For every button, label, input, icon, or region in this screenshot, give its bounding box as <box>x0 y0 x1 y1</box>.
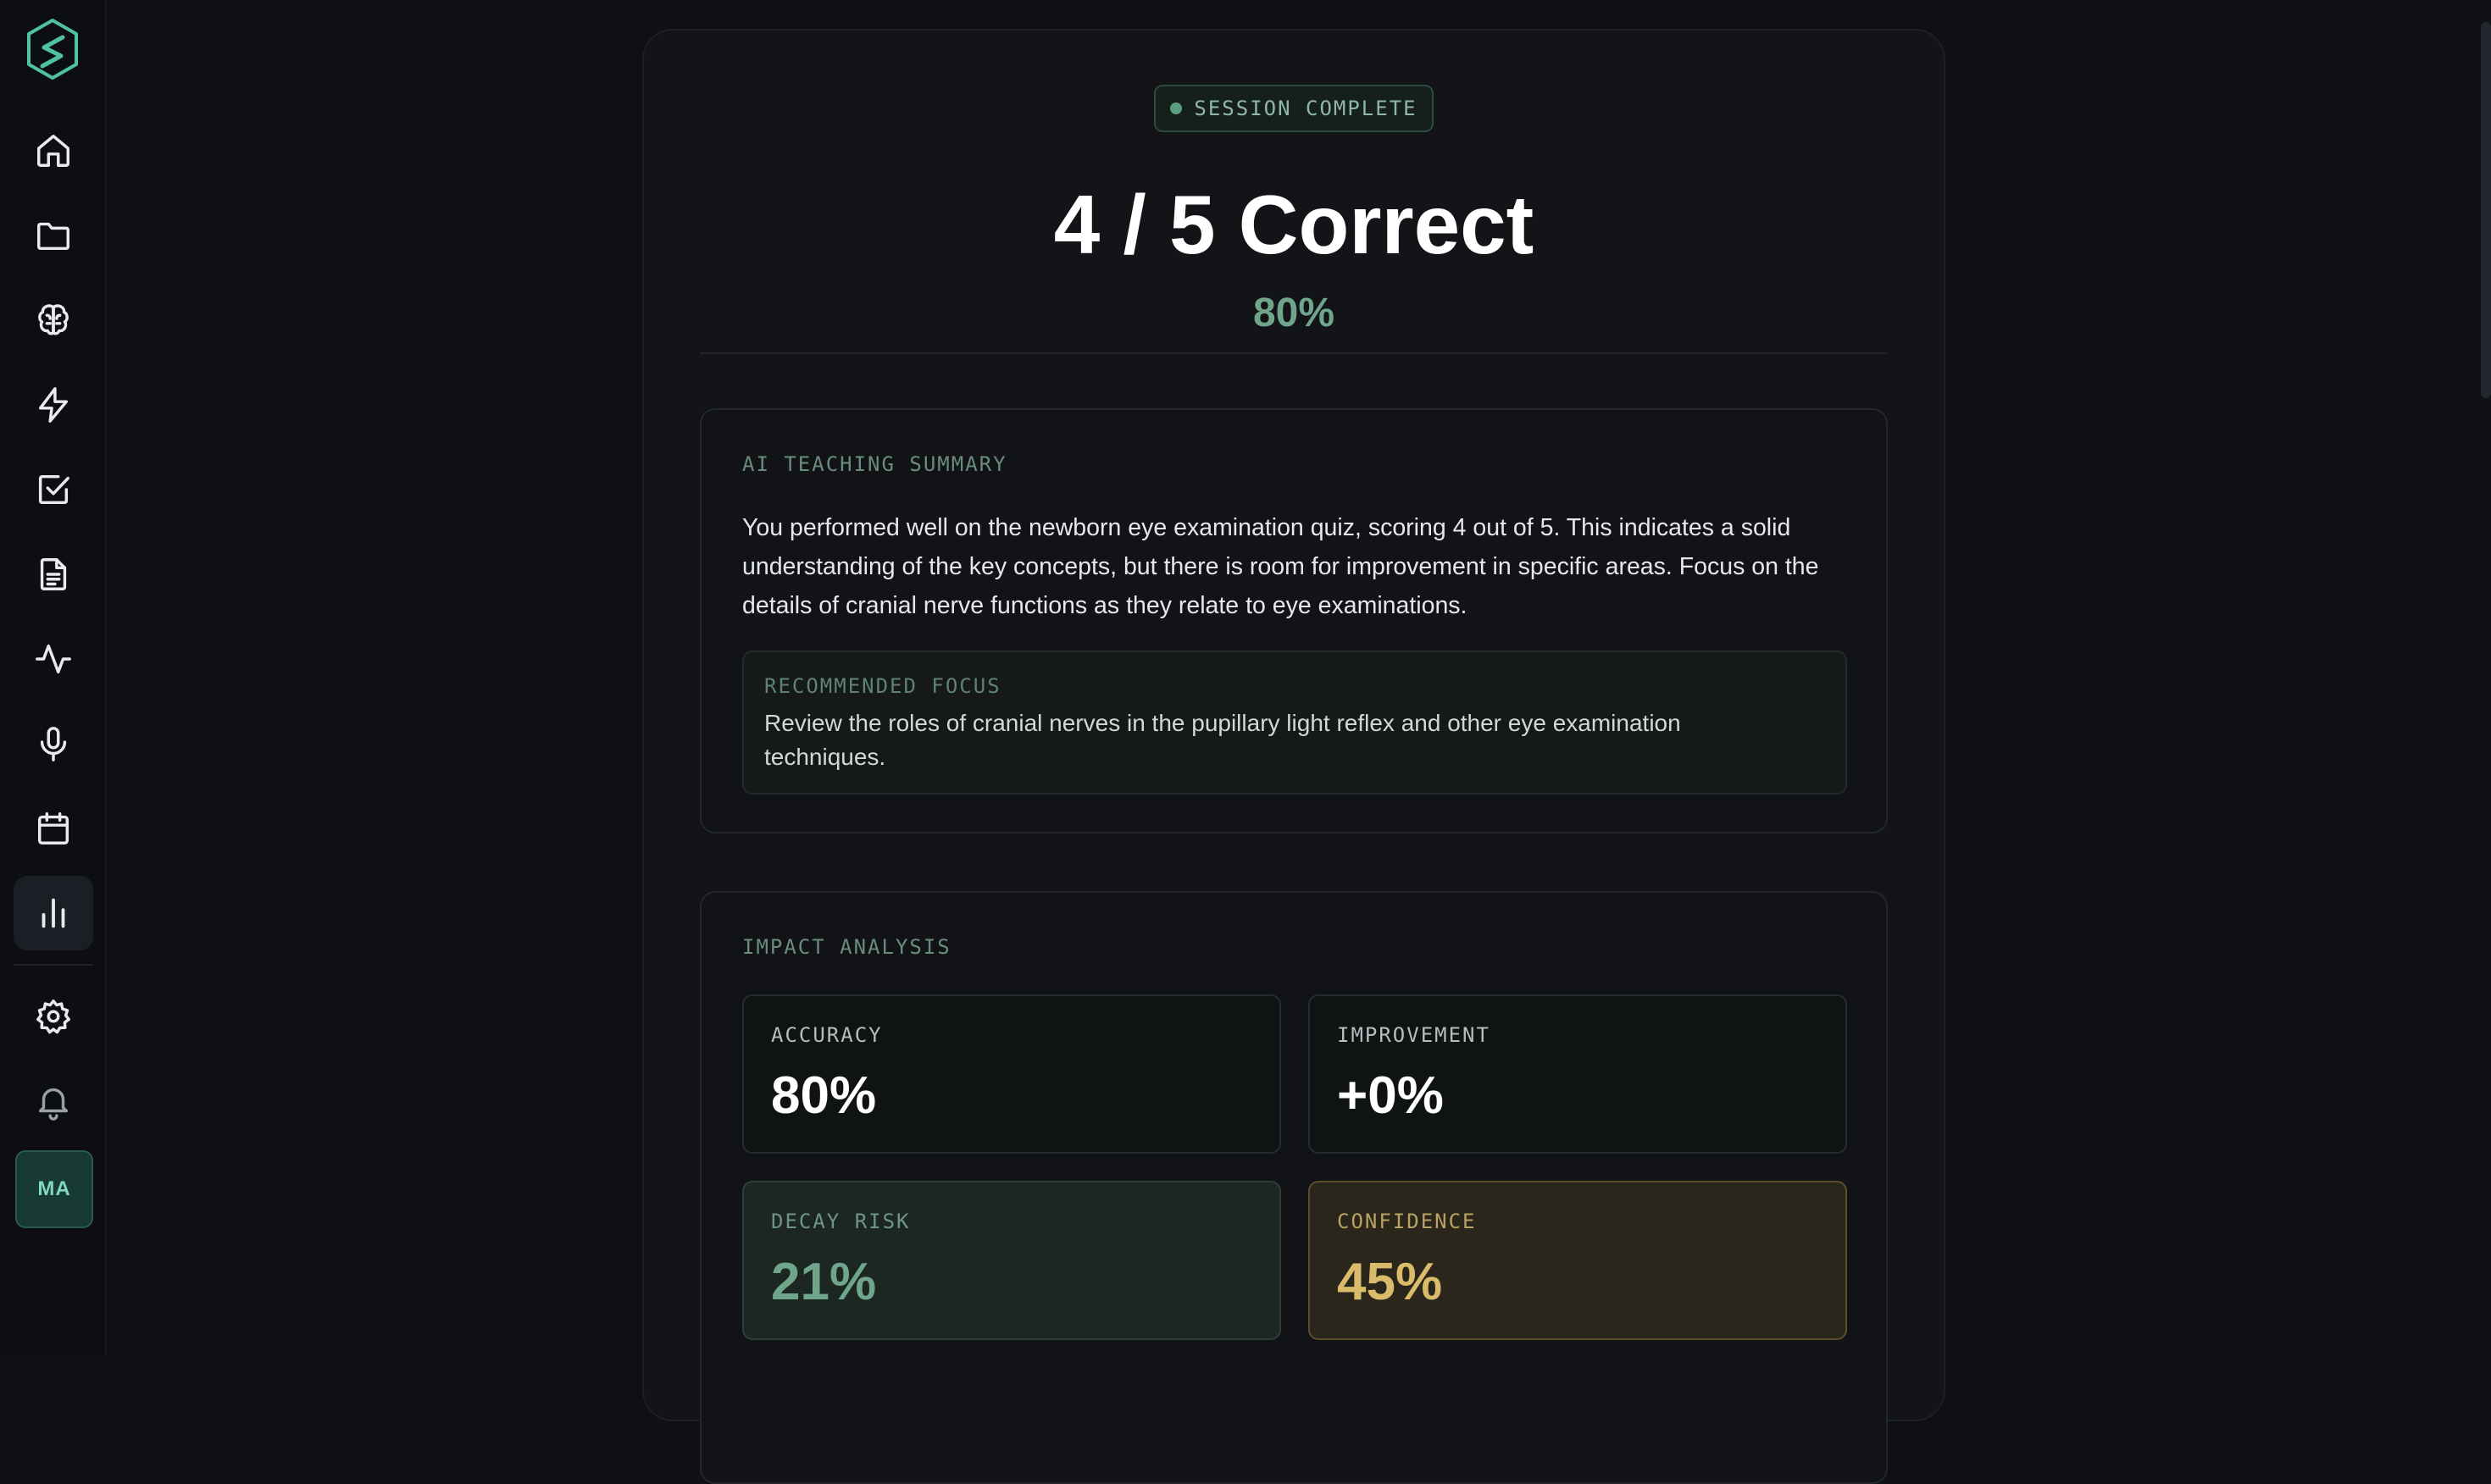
nav-voice[interactable] <box>14 706 93 781</box>
session-status-text: SESSION COMPLETE <box>1194 97 1417 120</box>
logo-icon <box>27 19 78 80</box>
sidebar-divider <box>14 964 93 966</box>
calendar-icon <box>37 812 69 844</box>
nav-activity[interactable] <box>14 622 93 696</box>
improvement-stat: IMPROVEMENT +0% <box>1308 994 1847 1154</box>
app-logo[interactable] <box>24 17 81 81</box>
microphone-icon <box>40 727 67 761</box>
nav-tasks[interactable] <box>14 452 93 527</box>
document-icon <box>40 558 67 590</box>
results-card: SESSION COMPLETE 4 / 5 Correct 80% AI TE… <box>642 29 1945 1484</box>
scrollbar-thumb[interactable] <box>2481 22 2491 398</box>
confidence-label: CONFIDENCE <box>1337 1210 1477 1233</box>
nav-home[interactable] <box>14 114 93 188</box>
lightning-icon <box>38 387 69 423</box>
teaching-summary-panel: AI TEACHING SUMMARY You performed well o… <box>700 408 1888 833</box>
folder-icon <box>37 222 69 251</box>
confidence-stat: CONFIDENCE 45% <box>1308 1181 1847 1340</box>
focus-text: Review the roles of cranial nerves in th… <box>764 710 1681 770</box>
accuracy-value: 80% <box>771 1066 877 1125</box>
decay-risk-value: 21% <box>771 1253 877 1311</box>
nav-settings[interactable] <box>14 979 93 1054</box>
divider <box>700 352 1888 354</box>
score-title: 4 / 5 Correct <box>1053 178 1534 271</box>
session-status-badge: SESSION COMPLETE <box>1154 85 1434 132</box>
impact-analysis-panel: IMPACT ANALYSIS ACCURACY 80% IMPROVEMENT… <box>700 891 1888 1484</box>
impact-heading: IMPACT ANALYSIS <box>742 935 951 959</box>
summary-text: You performed well on the newborn eye ex… <box>742 514 1819 619</box>
settings-icon <box>36 999 70 1034</box>
status-dot <box>1170 102 1183 114</box>
decay-risk-label: DECAY RISK <box>771 1210 911 1233</box>
accuracy-label: ACCURACY <box>771 1023 883 1047</box>
improvement-label: IMPROVEMENT <box>1337 1023 1490 1047</box>
recommended-focus-box: RECOMMENDED FOCUS Review the roles of cr… <box>742 651 1847 795</box>
confidence-value: 45% <box>1337 1253 1443 1311</box>
home-icon <box>37 135 69 167</box>
activity-icon <box>36 644 71 674</box>
nav-calendar[interactable] <box>14 791 93 866</box>
sidebar: MA <box>0 0 107 1357</box>
checkbox-icon <box>38 474 69 505</box>
nav-analytics[interactable] <box>14 876 93 950</box>
summary-heading: AI TEACHING SUMMARY <box>742 452 1007 476</box>
user-avatar[interactable]: MA <box>15 1150 93 1228</box>
brain-icon <box>38 304 69 335</box>
score-percent: 80% <box>1252 291 1335 335</box>
decay-risk-stat: DECAY RISK 21% <box>742 1181 1281 1340</box>
bell-icon <box>38 1088 69 1121</box>
nav-notifications[interactable] <box>14 1064 93 1138</box>
nav-documents[interactable] <box>14 537 93 612</box>
nav-brain[interactable] <box>14 283 93 357</box>
bar-chart-icon <box>42 898 65 928</box>
improvement-value: +0% <box>1337 1066 1444 1125</box>
accuracy-stat: ACCURACY 80% <box>742 994 1281 1154</box>
focus-heading: RECOMMENDED FOCUS <box>764 674 1001 698</box>
nav-flashcards[interactable] <box>14 368 93 442</box>
nav-folder[interactable] <box>14 198 93 273</box>
